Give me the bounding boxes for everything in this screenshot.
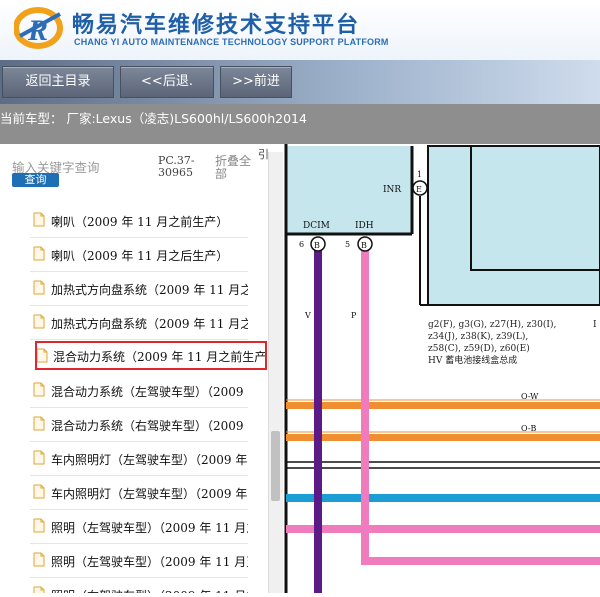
- app-header: R 畅易汽车维修技术支持平台 CHANG YI AUTO MAINTENANCE…: [0, 0, 600, 61]
- connector-b-dcim-label: B: [314, 241, 320, 250]
- wiring-diagram: INR 1 E DCIM IDH 6 5 B B V P g2(F), g3(G…: [283, 144, 600, 593]
- wire-v-label: V: [304, 311, 311, 320]
- inr-label: INR: [383, 185, 401, 195]
- wire-o-w-label: O-W: [521, 392, 539, 401]
- connector-b-idh-label: B: [361, 241, 367, 250]
- tree-item[interactable]: 照明（右驾驶车型）（2009 年 11 月之: [30, 578, 248, 593]
- svg-text:R: R: [27, 14, 48, 47]
- tree-item-label: 车内照明灯（左驾驶车型）（2009 年: [51, 453, 248, 467]
- tree-item-label: 喇叭（2009 年 11 月之前生产）: [51, 215, 229, 229]
- hv-junction-inner: [470, 145, 600, 271]
- wire-pink-horizontal: [286, 525, 600, 533]
- tree-scrollbar-thumb[interactable]: [271, 431, 280, 501]
- tree-item-label: 照明（右驾驶车型）（2009 年 11 月之: [51, 587, 248, 593]
- search-button[interactable]: 查询: [12, 173, 59, 187]
- tree-item-label: 混合动力系统（2009 年 11 月之前生产: [53, 350, 267, 364]
- tree-item-label: 车内照明灯（左驾驶车型）（2009 年: [51, 487, 248, 501]
- tree-item[interactable]: 车内照明灯（左驾驶车型）（2009 年: [30, 476, 248, 510]
- wire-violet: [314, 244, 322, 593]
- document-icon: [33, 314, 45, 329]
- back-button[interactable]: <<后退.: [120, 66, 214, 98]
- tree-item-label: 照明（左驾驶车型）（2009 年 11 月之: [51, 521, 248, 535]
- dcim-label: DCIM: [303, 221, 330, 231]
- document-icon: [33, 280, 45, 295]
- tree-item[interactable]: 喇叭（2009 年 11 月之后生产）: [30, 238, 248, 272]
- tree-item[interactable]: 混合动力系统（2009 年 11 月之前生产: [35, 341, 267, 370]
- document-icon: [33, 518, 45, 533]
- document-icon: [33, 450, 45, 465]
- tree-item[interactable]: 混合动力系统（左驾驶车型）（2009 年: [30, 374, 248, 408]
- wire-o-b-label: O-B: [521, 424, 537, 433]
- tree-item-label: 混合动力系统（左驾驶车型）（2009 年: [51, 385, 248, 399]
- idh-pin: 5: [345, 240, 350, 249]
- wire-o-b: [286, 434, 600, 441]
- tree-item-label: 加热式方向盘系统（2009 年 11 月之前: [51, 283, 248, 297]
- connector-e-label: E: [416, 185, 422, 194]
- document-icon: [33, 382, 45, 397]
- inr-pin: 1: [417, 170, 422, 179]
- tree-scrollbar[interactable]: [268, 152, 283, 593]
- tree-item[interactable]: 照明（左驾驶车型）（2009 年 11 月之: [30, 510, 248, 544]
- changyi-logo-icon: R: [14, 7, 63, 49]
- tree-item[interactable]: 喇叭（2009 年 11 月之前生产）: [30, 204, 248, 238]
- tree-item[interactable]: 混合动力系统（右驾驶车型）（2009 年: [30, 408, 248, 442]
- tree-item[interactable]: 车内照明灯（左驾驶车型）（2009 年: [30, 442, 248, 476]
- tree-item-label: 混合动力系统（右驾驶车型）（2009 年: [51, 419, 248, 433]
- current-model-bar: 当前车型： 厂家:Lexus（凌志)LS600hl/LS600h2014: [0, 104, 600, 144]
- note-line-4: HV 蓄电池接线盒总成: [428, 354, 517, 366]
- dcim-pin: 6: [299, 240, 304, 249]
- document-icon: [33, 416, 45, 431]
- collapse-all-link[interactable]: 折叠全部: [215, 155, 259, 181]
- document-icon: [33, 552, 45, 567]
- toolbar: 返回主目录 <<后退. >>前进: [0, 60, 600, 104]
- tree-item[interactable]: 照明（左驾驶车型）（2009 年 11 月至: [30, 544, 248, 578]
- tree-item[interactable]: 加热式方向盘系统（2009 年 11 月之后: [30, 306, 248, 340]
- document-code: PC.37-30965: [158, 154, 195, 179]
- note-line-1: g2(F), g3(G), z27(H), z30(I),: [428, 319, 556, 330]
- note-line-2: z34(J), z38(K), z39(L),: [428, 331, 528, 342]
- app-subtitle: CHANG YI AUTO MAINTENANCE TECHNOLOGY SUP…: [74, 37, 389, 47]
- home-button[interactable]: 返回主目录: [2, 66, 114, 98]
- tree-item-label: 加热式方向盘系统（2009 年 11 月之后: [51, 317, 248, 331]
- wire-blue: [286, 494, 600, 502]
- tree-item-label: 喇叭（2009 年 11 月之后生产）: [51, 249, 229, 263]
- idh-label: IDH: [355, 221, 374, 231]
- note-right: I: [593, 320, 597, 330]
- wire-o-w: [286, 402, 600, 409]
- app-title: 畅易汽车维修技术支持平台: [72, 13, 361, 38]
- document-icon: [33, 246, 45, 261]
- current-model-text: 当前车型： 厂家:Lexus（凌志)LS600hl/LS600h2014: [0, 111, 307, 126]
- forward-button[interactable]: >>前进: [220, 66, 292, 98]
- note-line-3: z58(C), z59(D), z60(E): [428, 343, 530, 354]
- wiring-diagram-svg: INR 1 E DCIM IDH 6 5 B B V P g2(F), g3(G…: [284, 144, 600, 593]
- document-icon: [33, 586, 45, 593]
- wire-p-label: P: [351, 311, 357, 320]
- wire-pink: [361, 244, 369, 564]
- document-icon: [37, 348, 48, 363]
- tree-item[interactable]: 加热式方向盘系统（2009 年 11 月之前: [30, 272, 248, 306]
- left-panel: 输入关键字查询 查询 PC.37-30965 折叠全部 引 喇叭（2009 年 …: [0, 144, 283, 593]
- wire-pink-return: [361, 557, 600, 565]
- tree-item-label: 照明（左驾驶车型）（2009 年 11 月至: [51, 555, 248, 569]
- document-icon: [33, 484, 45, 499]
- document-icon: [33, 212, 45, 227]
